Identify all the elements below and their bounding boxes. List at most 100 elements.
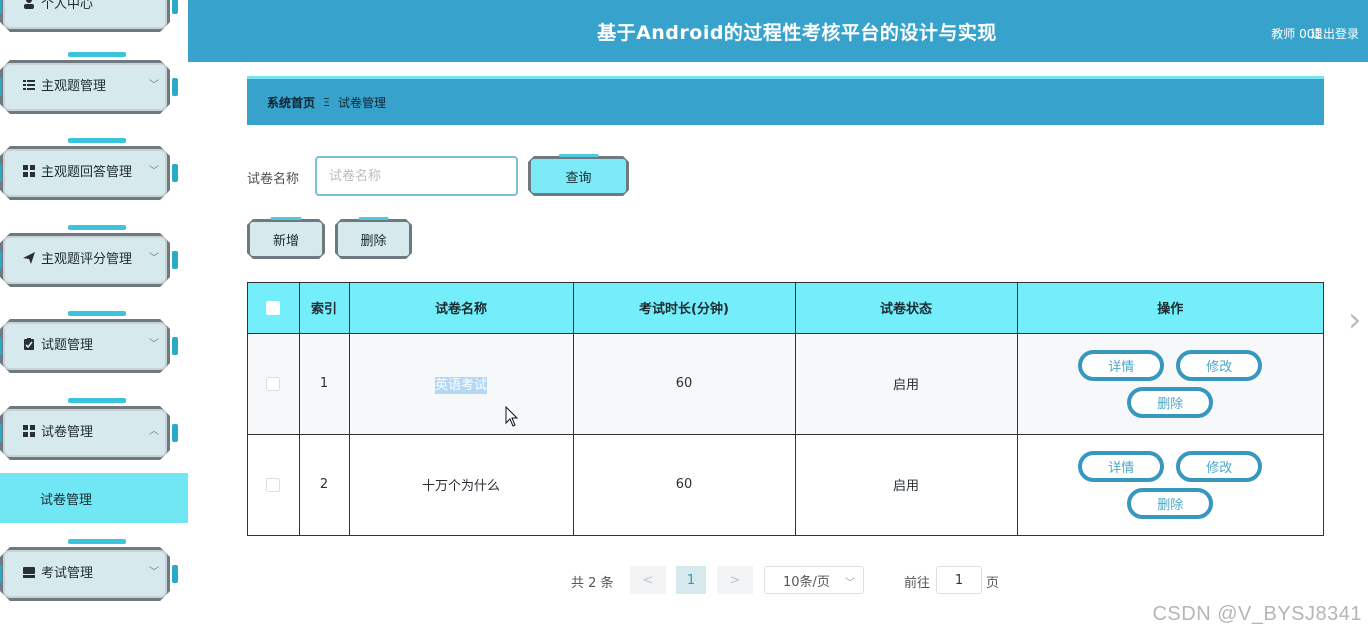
next-page-button[interactable]: >	[717, 566, 753, 594]
page-size-select[interactable]: 10条/页 ﹀	[764, 566, 864, 594]
page-number-current[interactable]: 1	[676, 566, 706, 594]
menu-content: 试题管理	[22, 334, 93, 353]
goto-page-input[interactable]	[936, 566, 982, 594]
user-icon	[24, 0, 34, 9]
sidebar-item-question-management[interactable]: 试题管理 ﹀	[0, 311, 182, 377]
batch-delete-button[interactable]: 删除	[335, 217, 412, 259]
search-button[interactable]: 查询	[528, 154, 629, 196]
sidebar-item-label: 试题管理	[41, 338, 94, 353]
table-row: 2 十万个为什么 60 启用 详情 修改 删除	[248, 434, 1323, 535]
cell-index: 2	[299, 434, 350, 535]
menu-topbar	[68, 138, 126, 143]
table: 索引 试卷名称 考试时长(分钟) 试卷状态 操作 1 英语考试 60 启用 详情…	[248, 283, 1323, 535]
edit-button[interactable]: 修改	[1176, 349, 1263, 381]
top-header: 基于Android的过程性考核平台的设计与实现 教师 001 退出登录	[188, 0, 1368, 62]
cell-duration: 60	[573, 333, 796, 435]
button-topbar	[270, 217, 302, 220]
logout-link[interactable]: 退出登录	[1311, 25, 1359, 42]
exam-paper-table: 索引 试卷名称 考试时长(分钟) 试卷状态 操作 1 英语考试 60 启用 详情…	[247, 282, 1324, 536]
table-row: 1 英语考试 60 启用 详情 修改 删除	[248, 333, 1323, 435]
column-header: 操作	[1017, 283, 1323, 334]
breadcrumb-separator-icon: Ξ	[323, 95, 330, 109]
search-label: 试卷名称	[247, 172, 300, 187]
cell-duration: 60	[573, 434, 796, 535]
sidebar-item-label: 试卷管理	[41, 425, 94, 440]
menu-cap-right	[172, 164, 178, 182]
chevron-down-icon: ﹀	[149, 339, 159, 350]
menu-cap-left	[0, 78, 2, 96]
menu-cap-left	[0, 251, 2, 269]
sidebar-item-label: 主观题回答管理	[41, 165, 133, 180]
row-select-cell	[248, 434, 300, 535]
page-title: 基于Android的过程性考核平台的设计与实现	[597, 22, 997, 44]
row-checkbox[interactable]	[266, 376, 281, 391]
sidebar-item-personal-center[interactable]: 个人中心	[0, 0, 182, 36]
menu-content: 试卷管理	[22, 421, 93, 440]
cell-index: 1	[299, 333, 350, 435]
sidebar-item-exam-paper-management[interactable]: 试卷管理 ︿	[0, 398, 182, 464]
list-icon	[23, 79, 35, 90]
menu-content: 主观题管理	[22, 75, 106, 94]
row-checkbox[interactable]	[266, 477, 281, 492]
cell-name: 十万个为什么	[349, 434, 574, 535]
column-header: 试卷状态	[795, 283, 1018, 334]
sidebar-item-subjective-answers[interactable]: 主观题回答管理 ﹀	[0, 138, 182, 204]
detail-button[interactable]: 详情	[1078, 450, 1165, 482]
add-button-label: 新增	[272, 233, 299, 249]
menu-cap-right	[172, 424, 178, 442]
menu-topbar	[68, 539, 126, 544]
menu-cap-right	[172, 78, 178, 96]
menu-cap-left	[0, 164, 2, 182]
menu-content: 个人中心	[22, 0, 93, 12]
goto-label: 前往	[904, 576, 931, 591]
breadcrumb-home[interactable]: 系统首页	[267, 94, 315, 111]
column-header: 试卷名称	[349, 283, 574, 334]
app-root: 个人中心 主观题管理 ﹀ 主观题回答管理 ﹀ 主观题评分管理 ﹀ 试题管理 ﹀ …	[0, 0, 1368, 636]
page-size-value: 10条/页	[783, 574, 830, 590]
column-header: 考试时长(分钟)	[573, 283, 796, 334]
row-actions: 详情 修改 删除	[1075, 450, 1265, 519]
chevron-down-icon: ﹀	[149, 80, 159, 91]
add-button[interactable]: 新增	[247, 217, 325, 259]
chevron-right-icon[interactable]: ›	[1348, 300, 1362, 340]
selected-text: 英语考试	[434, 377, 487, 394]
row-select-cell	[248, 333, 300, 435]
cell-actions: 详情 修改 删除	[1017, 333, 1323, 435]
search-input[interactable]	[315, 156, 518, 196]
menu-content: 主观题回答管理	[22, 161, 132, 180]
prev-page-button[interactable]: <	[630, 566, 666, 594]
pagination: 共 2 条 < 1 > 10条/页 ﹀ 前往 页	[0, 566, 1368, 596]
menu-content: 主观题评分管理	[22, 248, 132, 267]
breadcrumb: 系统首页 Ξ 试卷管理	[247, 76, 1324, 125]
pagination-total: 共 2 条	[571, 576, 614, 591]
breadcrumb-current: 试卷管理	[337, 95, 386, 110]
table-header-row: 索引 试卷名称 考试时长(分钟) 试卷状态 操作	[248, 283, 1323, 334]
menu-topbar	[68, 225, 126, 230]
chevron-down-icon: ﹀	[845, 578, 855, 589]
mouse-cursor-icon	[505, 406, 519, 427]
send-icon	[23, 251, 35, 264]
detail-button[interactable]: 详情	[1078, 349, 1165, 381]
sidebar-item-subjective-scoring[interactable]: 主观题评分管理 ﹀	[0, 225, 182, 291]
sidebar-item-label: 主观题评分管理	[41, 252, 133, 267]
grid-icon	[23, 424, 35, 437]
sidebar-item-label: 主观题管理	[41, 79, 107, 94]
cell-actions: 详情 修改 删除	[1017, 434, 1323, 535]
edit-button[interactable]: 修改	[1176, 450, 1263, 482]
select-all-checkbox[interactable]	[266, 300, 281, 315]
delete-button[interactable]: 删除	[1127, 487, 1214, 519]
chevron-down-icon: ﹀	[149, 253, 159, 264]
cell-name: 英语考试	[349, 333, 574, 435]
menu-cap-left	[0, 424, 2, 442]
row-actions: 详情 修改 删除	[1075, 349, 1265, 418]
cell-status: 启用	[795, 434, 1018, 535]
clipboard-check-icon	[24, 337, 34, 350]
menu-cap-left	[0, 0, 2, 14]
menu-cap-right	[172, 337, 178, 355]
button-topbar	[358, 217, 389, 220]
submenu-item-label: 试卷管理	[40, 492, 93, 508]
submenu-item-exam-paper-management[interactable]: 试卷管理	[0, 473, 188, 523]
sidebar-item-subjective-questions[interactable]: 主观题管理 ﹀	[0, 52, 182, 118]
chevron-up-icon: ︿	[149, 426, 159, 437]
delete-button[interactable]: 删除	[1127, 386, 1214, 418]
